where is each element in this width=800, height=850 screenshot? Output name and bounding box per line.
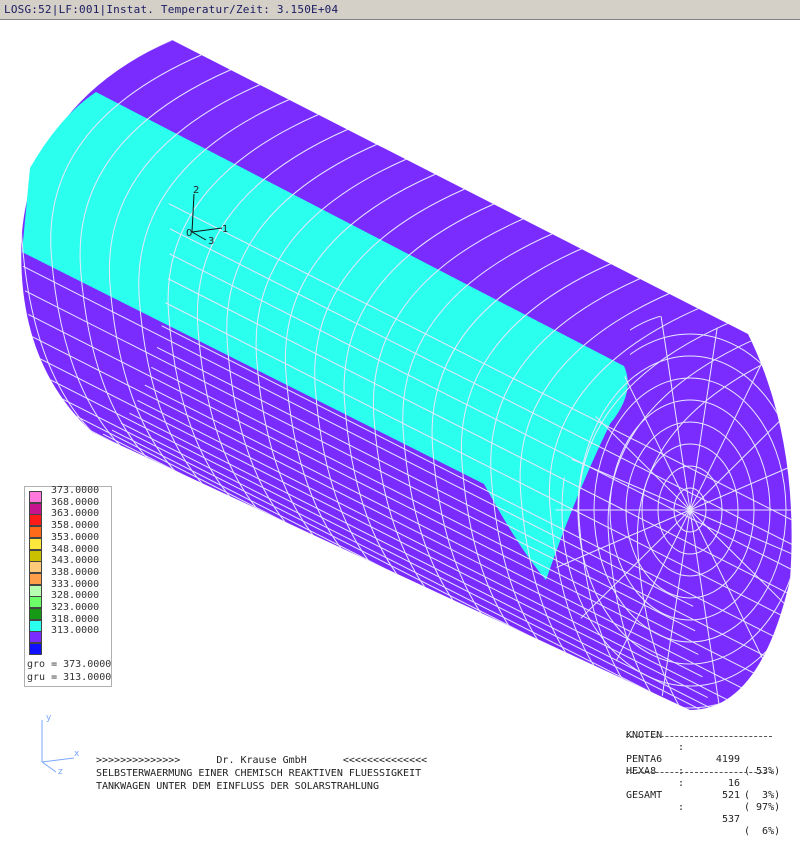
stat-value: 537 <box>721 814 740 825</box>
legend-swatch <box>29 526 42 539</box>
window-title: LOSG:52|LF:001|Instat. Temperatur/Zeit: … <box>4 3 339 16</box>
legend-lower-limit: gru = 313.0000 <box>27 672 112 683</box>
temperature-legend: 373.0000 368.0000 363.0000 358.0000 353.0000… <box>24 485 112 687</box>
mini-x-label: x <box>74 749 80 759</box>
legend-swatch <box>29 491 42 503</box>
mini-z-label: z <box>58 767 63 777</box>
legend-value: 323.0000 <box>51 602 100 613</box>
legend-upper-limit: gro = 373.0000 <box>27 659 112 670</box>
footer-subtitle-line: TANKWAGEN UNTER DEM EINFLUSS DER SOLARST… <box>96 781 379 792</box>
legend-swatch <box>29 643 42 656</box>
legend-swatch <box>29 561 42 574</box>
footer-company-line: >>>>>>>>>>>>>> Dr. Krause GmbH <<<<<<<<<… <box>96 755 428 766</box>
stat-separator <box>626 736 772 737</box>
legend-value: 343.0000 <box>51 555 100 567</box>
stat-percent: ( 97%) <box>744 802 781 813</box>
stat-percent: ( 3%) <box>744 790 781 801</box>
footer-info: >>>>>>>>>>>>>> Dr. Krause GmbH <<<<<<<<<… <box>96 754 427 793</box>
stat-separator <box>626 772 772 773</box>
stat-value: 521 <box>721 790 740 801</box>
legend-swatch <box>29 596 42 609</box>
legend-swatch <box>29 572 42 585</box>
stat-value: 16 <box>727 778 740 789</box>
legend-value: 348.0000 <box>51 543 100 555</box>
legend-value: 353.0000 <box>51 531 100 543</box>
stat-percent: ( 6%) <box>744 826 781 837</box>
footer-title-line: SELBSTERWAERMUNG EINER CHEMISCH REAKTIVE… <box>96 768 422 779</box>
legend-swatch <box>29 514 42 527</box>
legend-row <box>27 643 111 656</box>
legend-swatch <box>29 549 42 562</box>
element-statistics: KNOTEN : 4199 ( 53%) PENTA6 : 16 ( 3%) H… <box>626 716 800 837</box>
title-bar: LOSG:52|LF:001|Instat. Temperatur/Zeit: … <box>0 0 800 20</box>
legend-value: 363.0000 <box>51 508 100 520</box>
legend-row: 313.0000 <box>27 625 111 644</box>
stat-value: 4199 <box>715 754 740 765</box>
legend-value: 358.0000 <box>51 520 100 532</box>
legend-swatch <box>29 537 42 550</box>
axis-2-label: 2 <box>193 185 199 196</box>
fem-viewport[interactable]: 2 1 3 0 y x z <box>0 20 800 800</box>
legend-value: 373.0000 <box>51 485 100 496</box>
tank-cylinder <box>21 40 792 710</box>
legend-value: 338.0000 <box>51 566 100 578</box>
global-axes-icon: y x z <box>41 713 80 777</box>
legend-value: 328.0000 <box>51 590 100 602</box>
legend-value: 333.0000 <box>51 578 100 590</box>
legend-value: 318.0000 <box>51 613 100 625</box>
legend-swatch <box>29 502 42 515</box>
legend-swatch <box>29 631 42 644</box>
legend-swatch <box>29 584 42 597</box>
axis-1-label: 1 <box>222 224 228 235</box>
stat-label: GESAMT <box>626 790 663 801</box>
legend-swatch <box>29 619 42 632</box>
axis-3-label: 3 <box>208 236 214 247</box>
origin-label: 0 <box>186 228 192 239</box>
legend-swatch <box>29 608 42 620</box>
mini-y-label: y <box>46 713 52 723</box>
stat-row-gesamt: GESAMT : 537 ( 6%) <box>626 778 780 850</box>
legend-value: 368.0000 <box>51 496 100 508</box>
legend-value: 313.0000 <box>51 625 100 637</box>
